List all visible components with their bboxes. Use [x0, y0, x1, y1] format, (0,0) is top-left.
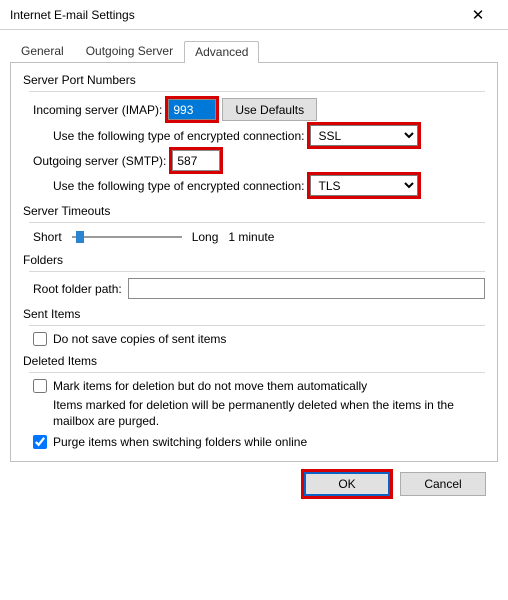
timeout-short-label: Short — [33, 230, 62, 244]
outgoing-port-input[interactable] — [172, 150, 220, 171]
divider — [29, 222, 485, 223]
timeout-value: 1 minute — [228, 230, 274, 244]
dialog-button-bar: OK Cancel — [10, 462, 498, 496]
timeouts-legend: Server Timeouts — [23, 204, 485, 218]
sent-items-group: Sent Items Do not save copies of sent it… — [23, 307, 485, 346]
mark-deletion-label: Mark items for deletion but do not move … — [53, 379, 367, 393]
folders-group: Folders Root folder path: — [23, 253, 485, 299]
close-icon[interactable]: ✕ — [456, 1, 500, 29]
incoming-encryption-select[interactable]: SSL — [310, 125, 418, 146]
deletion-note: Items marked for deletion will be perman… — [53, 397, 485, 429]
root-folder-input[interactable] — [128, 278, 485, 299]
tab-advanced[interactable]: Advanced — [184, 41, 259, 63]
advanced-panel: Server Port Numbers Incoming server (IMA… — [10, 63, 498, 462]
client-area: General Outgoing Server Advanced Server … — [0, 30, 508, 496]
mark-deletion-checkbox[interactable] — [33, 379, 47, 393]
tab-general[interactable]: General — [10, 40, 75, 62]
window-title: Internet E-mail Settings — [10, 8, 456, 22]
purge-checkbox[interactable] — [33, 435, 47, 449]
root-folder-label: Root folder path: — [33, 282, 122, 296]
divider — [29, 271, 485, 272]
purge-label: Purge items when switching folders while… — [53, 435, 307, 449]
divider — [29, 91, 485, 92]
incoming-encryption-label: Use the following type of encrypted conn… — [53, 129, 304, 143]
outgoing-server-label: Outgoing server (SMTP): — [33, 154, 166, 168]
server-ports-legend: Server Port Numbers — [23, 73, 485, 87]
ok-button[interactable]: OK — [304, 472, 390, 496]
sent-items-legend: Sent Items — [23, 307, 485, 321]
incoming-port-input[interactable] — [168, 99, 216, 120]
dont-save-sent-checkbox[interactable] — [33, 332, 47, 346]
folders-legend: Folders — [23, 253, 485, 267]
deleted-items-group: Deleted Items Mark items for deletion bu… — [23, 354, 485, 449]
deleted-items-legend: Deleted Items — [23, 354, 485, 368]
cancel-button[interactable]: Cancel — [400, 472, 486, 496]
dont-save-sent-label: Do not save copies of sent items — [53, 332, 226, 346]
server-timeouts-group: Server Timeouts Short Long 1 minute — [23, 204, 485, 245]
titlebar: Internet E-mail Settings ✕ — [0, 0, 508, 30]
timeout-slider[interactable] — [72, 229, 182, 245]
outgoing-encryption-label: Use the following type of encrypted conn… — [53, 179, 304, 193]
tab-outgoing-server[interactable]: Outgoing Server — [75, 40, 184, 62]
timeout-long-label: Long — [192, 230, 219, 244]
divider — [29, 372, 485, 373]
use-defaults-button[interactable]: Use Defaults — [222, 98, 317, 121]
tab-strip: General Outgoing Server Advanced — [10, 40, 498, 63]
incoming-server-label: Incoming server (IMAP): — [33, 103, 162, 117]
server-port-numbers-group: Server Port Numbers Incoming server (IMA… — [23, 73, 485, 196]
outgoing-encryption-select[interactable]: TLS — [310, 175, 418, 196]
divider — [29, 325, 485, 326]
